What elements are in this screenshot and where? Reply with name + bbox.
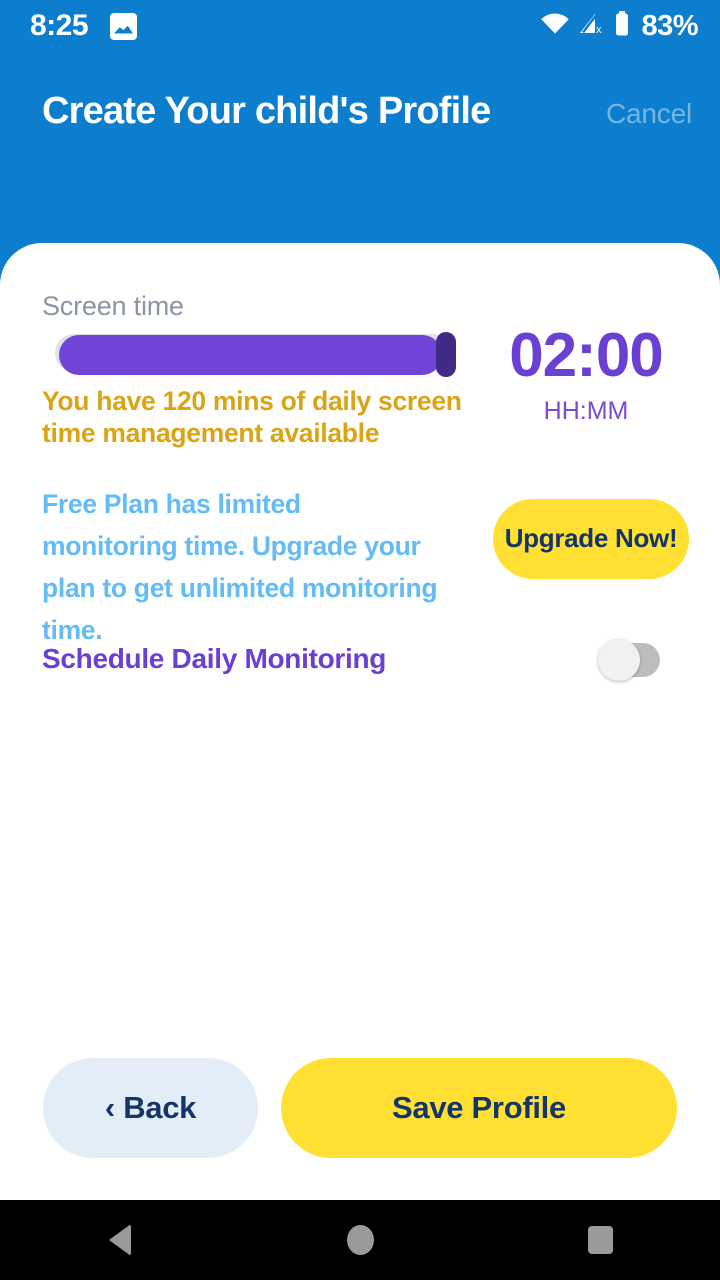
screen-time-slider[interactable] xyxy=(55,332,456,377)
footer-actions: ‹ Back Save Profile xyxy=(0,1058,720,1162)
cellular-no-sim-icon: x xyxy=(579,12,605,41)
timer-value: 02:00 xyxy=(509,321,664,390)
android-nav-bar xyxy=(0,1200,720,1280)
circle-home-icon xyxy=(346,1225,374,1255)
toggle-knob[interactable] xyxy=(598,639,640,681)
screen-time-label: Screen time xyxy=(42,291,184,321)
status-bar-clock: 8:25 xyxy=(30,9,89,42)
wifi-icon xyxy=(540,12,570,41)
status-bar-left: 8:25 xyxy=(30,9,138,42)
svg-text:x: x xyxy=(596,24,602,36)
content-sheet: Screen time 02:00 HH:MM You have 120 min… xyxy=(0,243,720,1200)
header-row: Create Your child's Profile Cancel xyxy=(42,90,692,133)
phone-screen: 8:25 x 83% Create Your child's Profile C… xyxy=(0,0,720,1280)
schedule-daily-monitoring-label: Schedule Daily Monitoring xyxy=(42,643,387,674)
slider-fill xyxy=(59,335,442,375)
square-recents-icon xyxy=(587,1226,613,1254)
status-bar-right: x 83% xyxy=(540,9,698,42)
back-button[interactable]: ‹ Back xyxy=(43,1058,258,1158)
triangle-back-icon xyxy=(109,1224,131,1256)
timer-display: 02:00 HH:MM xyxy=(452,323,720,426)
screen-time-quota-text: You have 120 mins of daily screen time m… xyxy=(42,386,462,448)
page-title: Create Your child's Profile xyxy=(42,90,491,132)
upgrade-description: Free Plan has limited monitoring time. U… xyxy=(42,489,438,646)
battery-icon xyxy=(614,10,630,42)
status-bar: 8:25 x 83% xyxy=(0,0,720,52)
cancel-button[interactable]: Cancel xyxy=(606,98,692,130)
save-profile-button[interactable]: Save Profile xyxy=(281,1058,677,1158)
app-header: Create Your child's Profile Cancel xyxy=(0,52,720,244)
photo-notification-icon xyxy=(110,12,138,40)
schedule-daily-monitoring-toggle[interactable] xyxy=(598,639,660,681)
nav-back-button[interactable] xyxy=(65,1200,175,1280)
nav-home-button[interactable] xyxy=(305,1200,415,1280)
battery-percent-label: 83% xyxy=(641,9,698,42)
schedule-daily-monitoring-row: Schedule Daily Monitoring xyxy=(0,629,720,699)
upgrade-now-button[interactable]: Upgrade Now! xyxy=(493,499,689,579)
nav-recents-button[interactable] xyxy=(545,1200,655,1280)
timer-format-label: HH:MM xyxy=(543,397,629,426)
